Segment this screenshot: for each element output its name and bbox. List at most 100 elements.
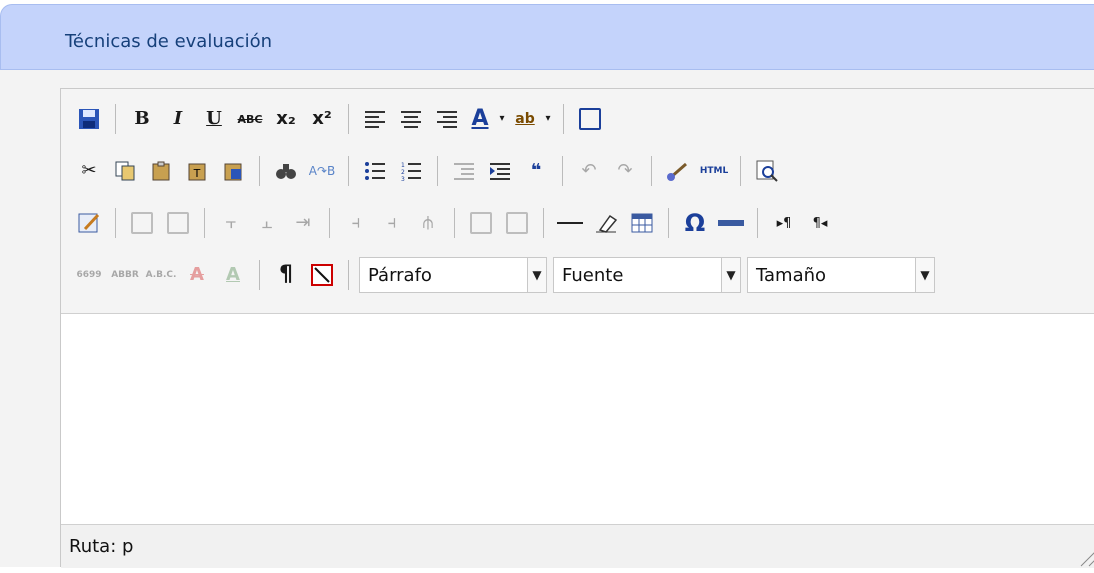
align-left-icon[interactable] (359, 103, 391, 135)
font-color-label: A (471, 106, 489, 131)
svg-text:2: 2 (401, 169, 405, 176)
chevron-down-icon: ▼ (527, 258, 546, 292)
format-select-value: Párrafo (368, 264, 432, 286)
toolbar-separator (454, 208, 455, 238)
superscript-button[interactable]: x² (306, 103, 338, 135)
insert-row-before-icon[interactable]: ⫟ (215, 207, 247, 239)
editor-content-area[interactable] (61, 313, 1094, 525)
delete-row-icon[interactable]: ⇥ (287, 207, 319, 239)
toolbar-separator (348, 260, 349, 290)
eraser-icon[interactable] (590, 207, 622, 239)
insert-table-icon[interactable] (626, 207, 658, 239)
undo-icon[interactable]: ↶ (573, 155, 605, 187)
table-cell-props-icon[interactable] (162, 207, 194, 239)
paste-word-icon[interactable] (217, 155, 249, 187)
acronym-button[interactable]: A.B.C. (145, 259, 177, 291)
ltr-icon[interactable]: ▸¶ (768, 207, 800, 239)
toolbar-row-1: B I U ABC x₂ x² A ▾ ab ▾ (73, 99, 610, 139)
cleanup-brush-icon[interactable] (662, 155, 694, 187)
delete-col-icon[interactable]: ⫛ (412, 207, 444, 239)
resize-handle-icon[interactable] (1075, 540, 1094, 568)
save-icon[interactable] (73, 103, 105, 135)
insertion-icon[interactable]: A (217, 259, 249, 291)
nonbreaking-space-icon[interactable] (715, 207, 747, 239)
fullscreen-icon[interactable] (574, 103, 606, 135)
font-size-select-value: Tamaño (756, 264, 827, 286)
toolbar-row-2: ✂ T A↷B 1 2 3 ❝ ↶ ↷ HTML (73, 151, 787, 191)
editor-toolbar: B I U ABC x₂ x² A ▾ ab ▾ ✂ T A↷B 1 2 3 ❝… (61, 89, 1094, 313)
toolbar-separator (259, 156, 260, 186)
highlight-color-button[interactable]: ab (511, 103, 539, 135)
chevron-down-icon: ▼ (915, 258, 934, 292)
pilcrow-icon[interactable]: ¶ (270, 259, 302, 291)
format-select[interactable]: Párrafo ▼ (359, 257, 547, 293)
indent-icon[interactable] (484, 155, 516, 187)
toolbar-separator (329, 208, 330, 238)
merge-cells-icon[interactable] (501, 207, 533, 239)
toolbar-separator (204, 208, 205, 238)
toolbar-separator (651, 156, 652, 186)
svg-text:3: 3 (401, 176, 405, 181)
rich-text-editor: B I U ABC x₂ x² A ▾ ab ▾ ✂ T A↷B 1 2 3 ❝… (60, 88, 1094, 568)
svg-text:1: 1 (401, 162, 405, 169)
toolbar-separator (437, 156, 438, 186)
panel-header: Técnicas de evaluación (0, 4, 1094, 70)
align-right-icon[interactable] (431, 103, 463, 135)
font-color-button[interactable]: A (467, 103, 493, 135)
toolbar-separator (259, 260, 260, 290)
panel-title: Técnicas de evaluación (65, 31, 273, 52)
insert-col-before-icon[interactable]: ⫞ (340, 207, 372, 239)
toolbar-separator (562, 156, 563, 186)
font-family-select[interactable]: Fuente ▼ (553, 257, 741, 293)
abbr-button[interactable]: ABBR (109, 259, 141, 291)
paste-icon[interactable] (145, 155, 177, 187)
toolbar-row-4: 6699 ABBR A.B.C. A A ¶ Párrafo ▼ Fuente … (73, 255, 941, 295)
italic-button[interactable]: I (162, 103, 194, 135)
highlight-dropdown-icon[interactable]: ▾ (543, 103, 553, 135)
toolbar-separator (115, 208, 116, 238)
font-color-dropdown-icon[interactable]: ▾ (497, 103, 507, 135)
cut-icon[interactable]: ✂ (73, 155, 105, 187)
toolbar-separator (348, 104, 349, 134)
svg-text:T: T (193, 167, 201, 180)
outdent-icon[interactable] (448, 155, 480, 187)
panel: Técnicas de evaluación B I U ABC x₂ x² A… (0, 0, 1094, 568)
toolbar-separator (348, 156, 349, 186)
horizontal-rule-icon[interactable] (554, 207, 586, 239)
toolbar-separator (115, 104, 116, 134)
bold-button[interactable]: B (126, 103, 158, 135)
find-icon[interactable] (270, 155, 302, 187)
html-source-button[interactable]: HTML (698, 155, 730, 187)
blockquote-button[interactable]: ❝ (520, 155, 552, 187)
cite-button[interactable]: 6699 (73, 259, 105, 291)
strikethrough-button[interactable]: ABC (234, 103, 266, 135)
subscript-button[interactable]: x₂ (270, 103, 302, 135)
preview-icon[interactable] (751, 155, 783, 187)
split-cells-icon[interactable] (465, 207, 497, 239)
toolbar-separator (668, 208, 669, 238)
toolbar-separator (757, 208, 758, 238)
align-center-icon[interactable] (395, 103, 427, 135)
font-size-select[interactable]: Tamaño ▼ (747, 257, 935, 293)
deletion-icon[interactable]: A (181, 259, 213, 291)
bulleted-list-icon[interactable] (359, 155, 391, 187)
editor-statusbar: Ruta: p (61, 525, 1094, 568)
replace-icon[interactable]: A↷B (306, 155, 338, 187)
copy-icon[interactable] (109, 155, 141, 187)
toolbar-row-3: ⫟ ⫠ ⇥ ⫞ ⫞ ⫛ Ω ▸¶ ¶◂ (73, 203, 840, 243)
redo-icon[interactable]: ↷ (609, 155, 641, 187)
paste-text-icon[interactable]: T (181, 155, 213, 187)
element-path: Ruta: p (69, 536, 134, 557)
special-char-button[interactable]: Ω (679, 207, 711, 239)
underline-button[interactable]: U (198, 103, 230, 135)
edit-visual-aid-icon[interactable] (73, 207, 105, 239)
font-family-select-value: Fuente (562, 264, 624, 286)
insert-col-after-icon[interactable]: ⫞ (376, 207, 408, 239)
insert-row-after-icon[interactable]: ⫠ (251, 207, 283, 239)
toolbar-separator (543, 208, 544, 238)
rtl-icon[interactable]: ¶◂ (804, 207, 836, 239)
toolbar-separator (740, 156, 741, 186)
numbered-list-icon[interactable]: 123 (395, 155, 427, 187)
visual-chars-icon[interactable] (306, 259, 338, 291)
table-row-props-icon[interactable] (126, 207, 158, 239)
